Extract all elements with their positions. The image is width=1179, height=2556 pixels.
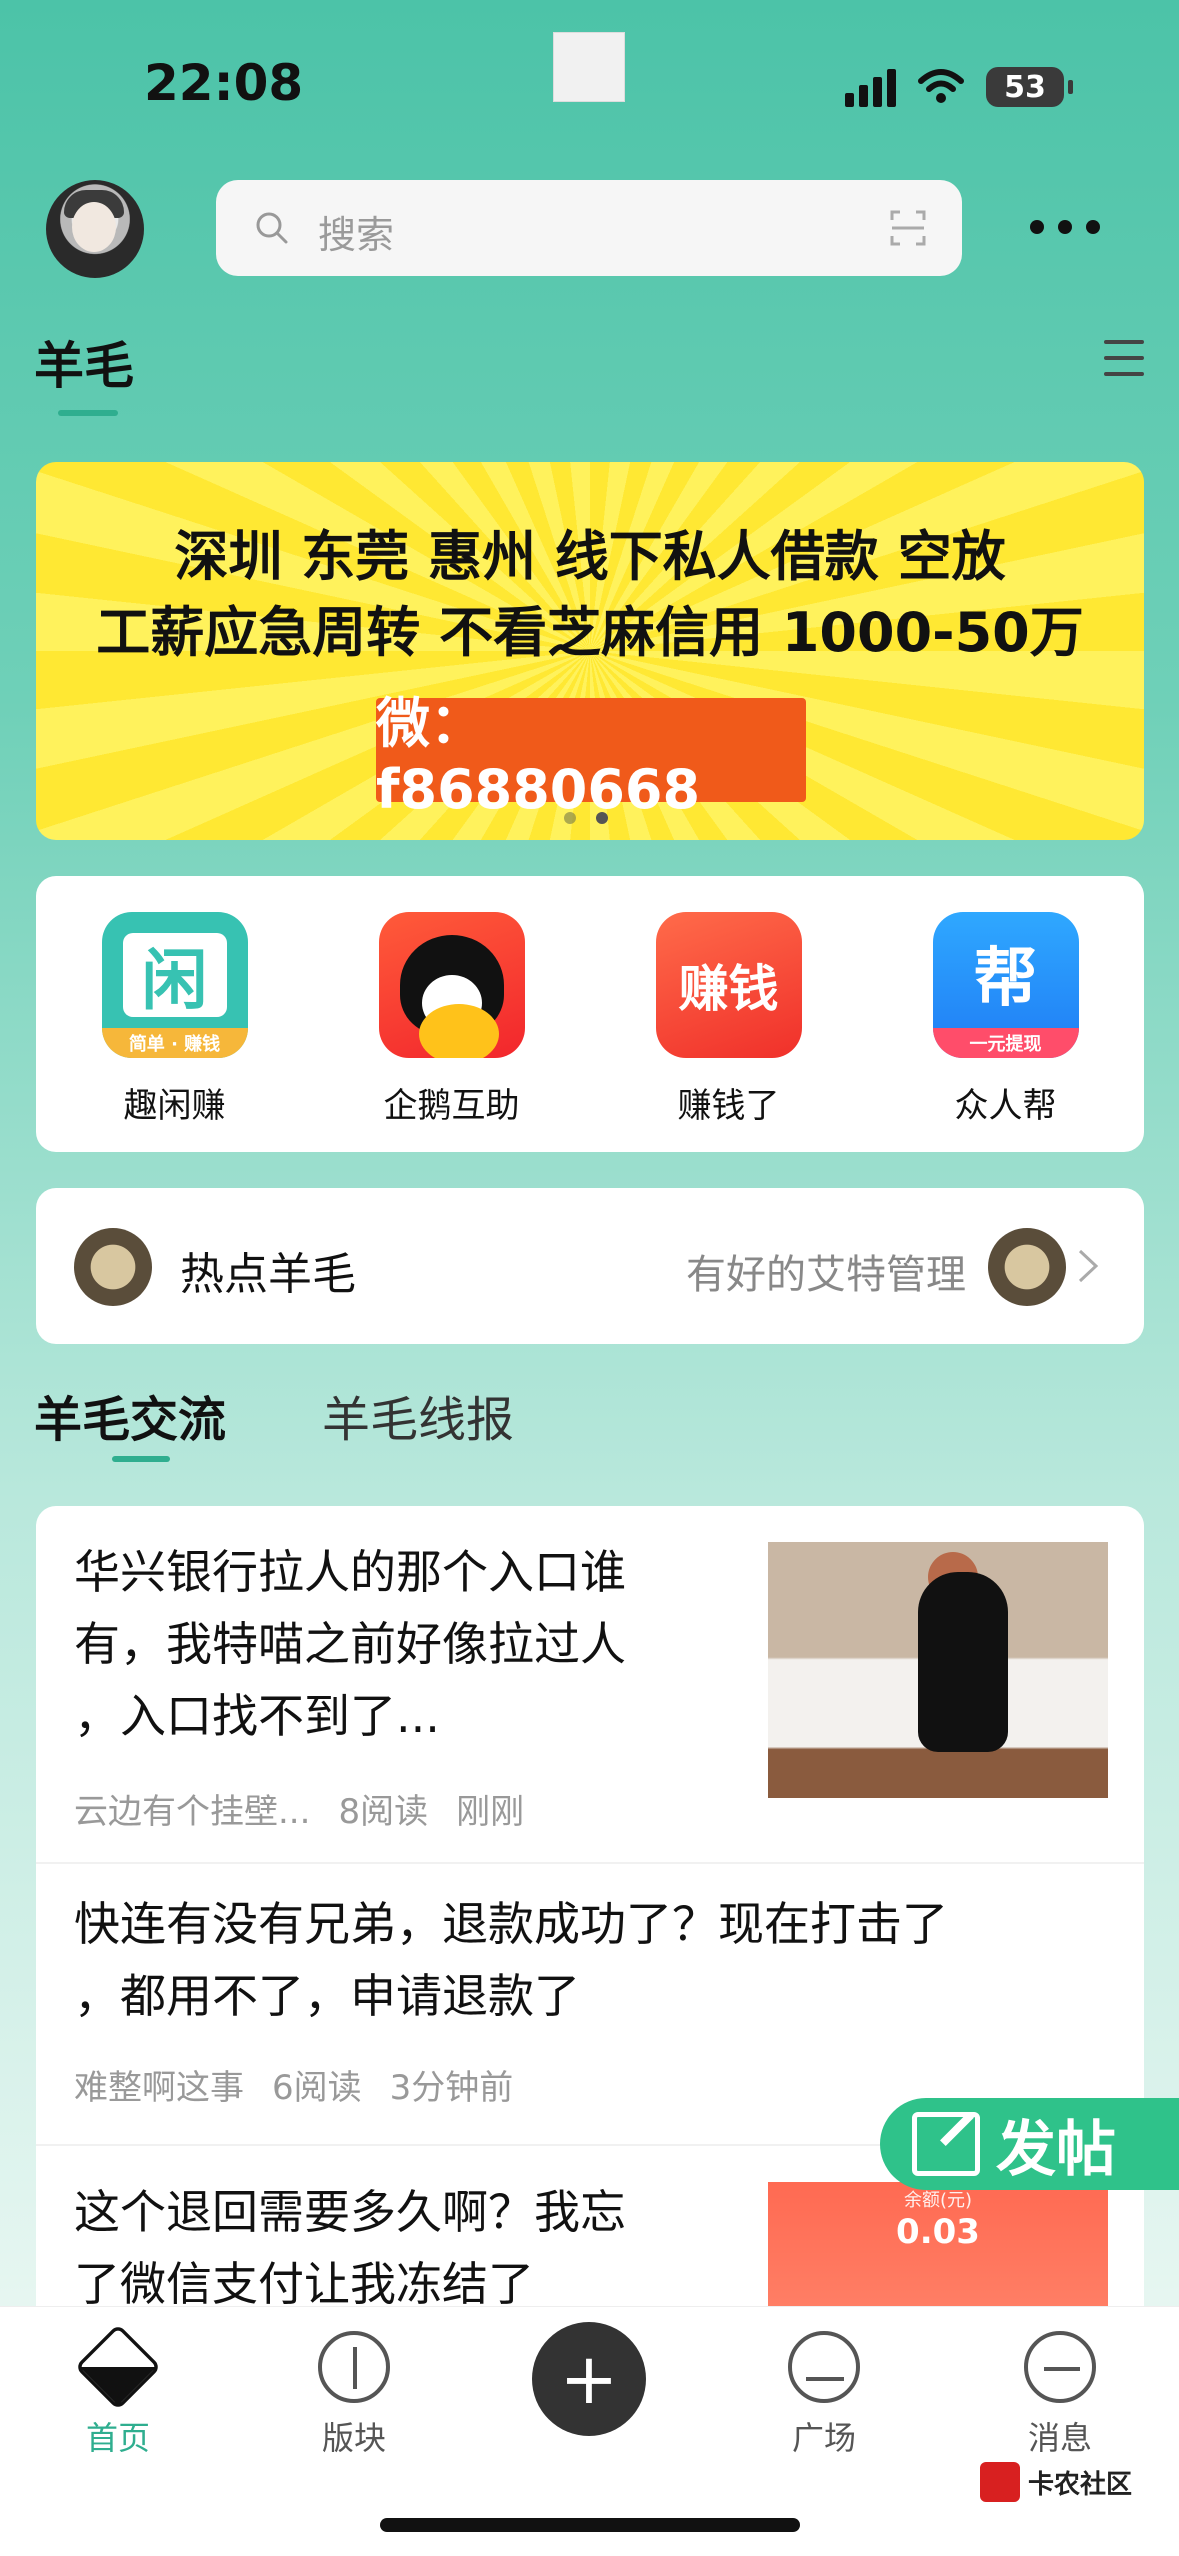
- post-title-line: 这个退回需要多久啊？我忘: [74, 2185, 626, 2239]
- post-title: 华兴银行拉人的那个入口谁 有，我特喵之前好像拉过人 ，入口找不到了...: [74, 1536, 626, 1752]
- app-qiehuzhu[interactable]: 企鹅互助: [352, 912, 552, 1152]
- post-reads: 6阅读: [272, 2068, 362, 2108]
- post-title: 这个退回需要多久啊？我忘 了微信支付让我冻结了: [74, 2176, 626, 2320]
- search-bar[interactable]: 搜索: [216, 180, 962, 276]
- post-time: 3分钟前: [389, 2068, 514, 2108]
- app-label: 趣闲赚: [123, 1086, 226, 1126]
- section-title-underline: [58, 410, 118, 416]
- banner-line-1: 深圳 东莞 惠州 线下私人借款 空放: [174, 525, 1006, 588]
- new-post-label: 发帖: [996, 2114, 1116, 2185]
- thumbnail-person: [918, 1572, 1008, 1752]
- chevron-right-icon: [1078, 1249, 1099, 1283]
- admin-avatar: [988, 1228, 1066, 1306]
- app-icon-text: 赚钱: [678, 960, 779, 1018]
- watermark: 卡农社区: [980, 2462, 1132, 2502]
- app-icon-badge: 简单 · 赚钱: [101, 1028, 248, 1058]
- post-author: 难整啊这事: [74, 2068, 244, 2108]
- avatar-face: [72, 202, 116, 252]
- nav-messages[interactable]: 消息: [990, 2331, 1130, 2459]
- menu-icon[interactable]: [1104, 340, 1144, 376]
- app-icon-badge: 一元提现: [932, 1028, 1079, 1058]
- post-title-line: ，入口找不到了...: [74, 1689, 440, 1743]
- penguin-icon: [378, 912, 525, 1058]
- banner-dot-active: [596, 812, 608, 824]
- post-title: 快连有没有兄弟，退款成功了？现在打击了 ，都用不了，申请退款了: [74, 1888, 948, 2032]
- hot-topic-card[interactable]: 热点羊毛 有好的艾特管理: [36, 1188, 1144, 1344]
- ad-banner[interactable]: 深圳 东莞 惠州 线下私人借款 空放 工薪应急周转 不看芝麻信用 1000-50…: [36, 462, 1144, 840]
- search-icon: [256, 212, 288, 244]
- nav-label: 版块: [321, 2419, 386, 2457]
- app-label: 赚钱了: [677, 1086, 780, 1126]
- plus-icon: +: [559, 2338, 619, 2420]
- status-time: 22:08: [144, 54, 304, 112]
- tab-yangmao-xianbao[interactable]: 羊毛线报: [322, 1380, 514, 1450]
- tab-active-underline: [112, 1456, 170, 1462]
- post-thumbnail: [768, 1542, 1108, 1798]
- post-author: 云边有个挂壁...: [74, 1792, 311, 1832]
- coin-shape: [418, 1004, 499, 1058]
- post-title-line: 快连有没有兄弟，退款成功了？现在打击了: [74, 1897, 948, 1951]
- post-item[interactable]: 华兴银行拉人的那个入口谁 有，我特喵之前好像拉过人 ，入口找不到了... 云边有…: [36, 1506, 1144, 1864]
- app-zhongrenbang[interactable]: 帮 一元提现 众人帮: [906, 912, 1106, 1152]
- nav-square[interactable]: 广场: [754, 2331, 894, 2459]
- post-reads: 8阅读: [338, 1792, 429, 1832]
- hot-topic-icon: [74, 1228, 152, 1306]
- more-icon[interactable]: [1030, 212, 1100, 242]
- watermark-logo: [980, 2462, 1020, 2502]
- tab-yangmao-jiaoliu[interactable]: 羊毛交流: [34, 1380, 226, 1450]
- status-bar: 22:08 53: [0, 0, 1179, 170]
- hot-topic-subtitle: 有好的艾特管理: [686, 1252, 966, 1298]
- home-indicator[interactable]: [380, 2518, 800, 2532]
- banner-line-2: 工薪应急周转 不看芝麻信用 1000-50万: [96, 601, 1084, 664]
- board-icon: [318, 2331, 390, 2403]
- edit-icon: [912, 2112, 980, 2176]
- banner-dot: [564, 812, 576, 824]
- home-icon: [74, 2323, 162, 2411]
- post-title-line: ，都用不了，申请退款了: [74, 1969, 580, 2023]
- app-shortcuts: 闲 简单 · 赚钱 趣闲赚 企鹅互助 赚钱 赚钱了 帮 一元提现 众人帮: [36, 876, 1144, 1152]
- banner-contact: 微：f86880668: [376, 692, 806, 821]
- wifi-icon: [918, 69, 964, 103]
- nav-board[interactable]: 版块: [284, 2331, 424, 2459]
- scan-icon[interactable]: [890, 210, 926, 246]
- post-time: 刚刚: [456, 1792, 525, 1832]
- hot-topic-title: 热点羊毛: [180, 1249, 356, 1300]
- signal-icon: [845, 67, 896, 107]
- app-label: 企鹅互助: [383, 1086, 520, 1126]
- watermark-text: 卡农社区: [1028, 2469, 1133, 2500]
- new-post-button[interactable]: 发帖: [880, 2098, 1179, 2190]
- app-label: 众人帮: [954, 1086, 1057, 1126]
- battery-level: 53: [1004, 69, 1046, 105]
- status-center-square: [553, 32, 625, 102]
- status-icons: 53: [845, 62, 1073, 112]
- post-title-line: 有，我特喵之前好像拉过人: [74, 1617, 626, 1671]
- banner-pagination: [564, 812, 608, 824]
- message-icon: [1024, 2331, 1096, 2403]
- nav-label: 消息: [1027, 2419, 1092, 2457]
- app-icon-text: 闲: [122, 933, 227, 1019]
- search-placeholder: 搜索: [318, 213, 395, 257]
- post-meta: 云边有个挂壁... 8阅读 刚刚: [74, 1784, 524, 1833]
- thumbnail-value: 0.03: [896, 2212, 980, 2252]
- add-button[interactable]: +: [532, 2322, 646, 2436]
- section-title: 羊毛: [34, 337, 134, 395]
- user-avatar[interactable]: [46, 180, 144, 278]
- quxianzhuan-icon: 闲 简单 · 赚钱: [101, 912, 248, 1058]
- nav-label: 首页: [85, 2419, 150, 2457]
- battery-icon: 53: [986, 67, 1073, 107]
- app-icon-text: 帮: [973, 942, 1038, 1016]
- bang-icon: 帮 一元提现: [932, 912, 1079, 1058]
- post-meta: 难整啊这事 6阅读 3分钟前: [74, 2060, 513, 2109]
- app-quxianzhuan[interactable]: 闲 简单 · 赚钱 趣闲赚: [75, 912, 275, 1152]
- post-title-line: 华兴银行拉人的那个入口谁: [74, 1545, 626, 1599]
- nav-label: 广场: [791, 2419, 856, 2457]
- zhuanqian-icon: 赚钱: [655, 912, 802, 1058]
- nav-home[interactable]: 首页: [48, 2323, 188, 2459]
- app-zhuanqianle[interactable]: 赚钱 赚钱了: [629, 912, 829, 1152]
- square-icon: [788, 2331, 860, 2403]
